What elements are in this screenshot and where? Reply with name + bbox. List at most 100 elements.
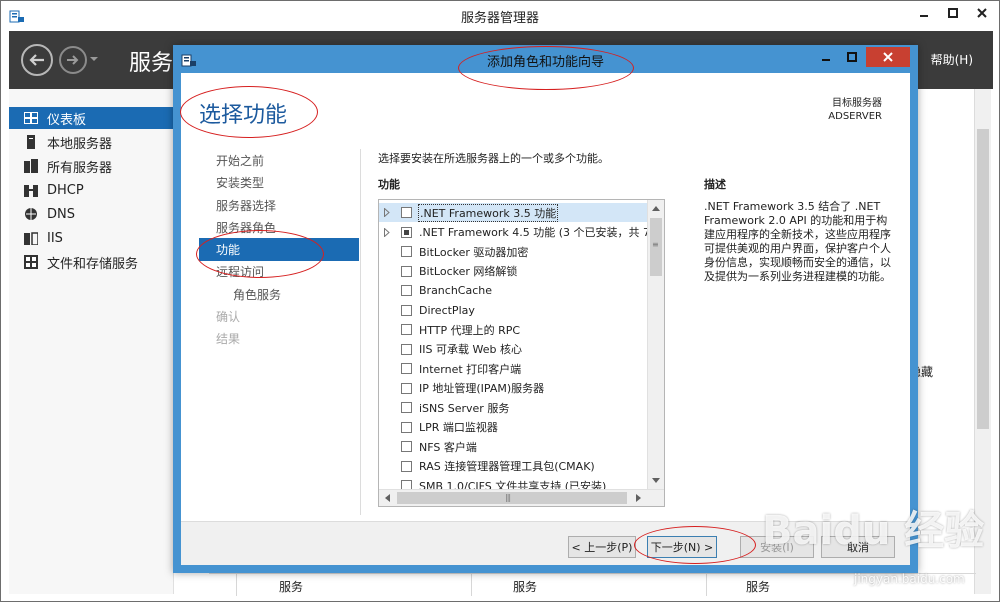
feature-label: BranchCache	[419, 284, 493, 297]
features-horizontal-scrollbar[interactable]: |||	[379, 489, 664, 506]
feature-label: BitLocker 网络解锁	[419, 265, 518, 278]
steps-divider	[360, 149, 361, 515]
sidebar-item-label: DHCP	[47, 182, 84, 198]
feature-label: BitLocker 驱动器加密	[419, 245, 529, 259]
outer-scrollbar-thumb[interactable]	[977, 129, 989, 429]
feature-label: LPR 端口监视器	[419, 421, 498, 434]
feature-row[interactable]: RAS 连接管理器管理工具包(CMAK)	[379, 457, 664, 476]
horizontal-scroll-thumb[interactable]: |||	[397, 492, 627, 504]
sidebar-item-dns[interactable]: DNS	[9, 203, 174, 225]
wizard-maximize-button[interactable]	[840, 47, 864, 67]
feature-row[interactable]: IIS 可承载 Web 核心	[379, 340, 664, 359]
cancel-button[interactable]: 取消	[821, 536, 895, 558]
feature-checkbox[interactable]	[401, 285, 412, 296]
sidebar-item-dhcp[interactable]: DHCP	[9, 179, 174, 201]
dhcp-icon	[23, 182, 39, 198]
vertical-scroll-thumb[interactable]: ≡	[650, 218, 662, 276]
feature-checkbox[interactable]	[401, 460, 412, 472]
step-features[interactable]: 功能	[199, 238, 359, 261]
feature-row[interactable]: BitLocker 网络解锁	[379, 262, 664, 281]
scroll-up-icon[interactable]	[648, 200, 664, 216]
feature-checkbox[interactable]	[401, 402, 412, 413]
feature-label: IIS 可承载 Web 核心	[419, 343, 522, 356]
feature-label: Internet 打印客户端	[419, 362, 522, 376]
server-icon	[23, 134, 39, 150]
feature-checkbox[interactable]	[401, 246, 412, 257]
feature-row[interactable]: .NET Framework 4.5 功能 (3 个已安装，共 7 个)	[379, 223, 664, 242]
outer-minimize-button[interactable]	[911, 3, 937, 23]
wizard-close-button[interactable]	[866, 47, 910, 67]
step-role-services[interactable]: 角色服务	[181, 283, 359, 306]
server-manager-sidebar: 仪表板 本地服务器 所有服务器 DHCP DNS IIS 文件和存储服务	[9, 89, 174, 594]
outer-titlebar: 服务器管理器	[1, 1, 999, 31]
step-remote-access[interactable]: 远程访问	[181, 260, 359, 283]
step-server-selection[interactable]: 服务器选择	[181, 194, 359, 217]
feature-checkbox[interactable]	[401, 304, 412, 316]
feature-checkbox[interactable]	[401, 324, 412, 335]
sidebar-item-label: IIS	[47, 230, 63, 246]
feature-checkbox[interactable]	[401, 441, 412, 452]
column-divider	[236, 574, 237, 596]
feature-label: RAS 连接管理器管理工具包(CMAK)	[419, 460, 595, 473]
sidebar-item-dashboard[interactable]: 仪表板	[9, 107, 174, 129]
sidebar-item-all-servers[interactable]: 所有服务器	[9, 155, 174, 177]
tile-header-row: 服务 服务 服务	[209, 573, 976, 596]
install-button: 安装(I)	[740, 536, 814, 558]
step-installation-type[interactable]: 安装类型	[181, 171, 359, 194]
step-before-you-begin[interactable]: 开始之前	[181, 149, 359, 172]
sidebar-item-iis[interactable]: IIS	[9, 227, 174, 249]
feature-row[interactable]: BitLocker 驱动器加密	[379, 242, 664, 261]
feature-label: iSNS Server 服务	[419, 401, 510, 415]
expand-arrow-icon[interactable]	[382, 208, 392, 218]
scroll-left-icon[interactable]	[379, 490, 395, 506]
features-tree[interactable]: .NET Framework 3.5 功能 .NET Framework 4.5 …	[378, 199, 665, 507]
description-header: 描述	[704, 178, 726, 191]
wizard-titlebar: 添加角色和功能向导	[173, 45, 918, 73]
instruction-text: 选择要安装在所选服务器上的一个或多个功能。	[378, 152, 609, 165]
feature-row[interactable]: NFS 客户端	[379, 437, 664, 456]
history-dropdown-icon[interactable]	[89, 53, 99, 63]
outer-close-button[interactable]	[969, 3, 995, 23]
feature-row[interactable]: BranchCache	[379, 281, 664, 300]
back-button[interactable]	[21, 44, 53, 76]
servers-icon	[23, 158, 39, 174]
forward-button[interactable]	[59, 46, 87, 74]
feature-checkbox[interactable]	[401, 382, 412, 394]
scroll-right-icon[interactable]	[631, 490, 647, 506]
services-column-1: 服务	[279, 580, 304, 594]
iis-icon	[23, 230, 39, 246]
feature-checkbox[interactable]	[401, 421, 412, 433]
wizard-content: 选择功能 目标服务器 ADSERVER 开始之前 安装类型 服务器选择 服务器角…	[181, 73, 910, 565]
previous-button[interactable]: < 上一步(P)	[568, 536, 636, 558]
add-roles-features-wizard: 添加角色和功能向导 选择功能 目标服务器 ADSERVER 开始之前 安装类型 …	[173, 45, 918, 573]
feature-checkbox[interactable]	[401, 265, 412, 277]
help-menu[interactable]: 帮助(H)	[931, 51, 973, 68]
feature-checkbox[interactable]	[401, 363, 412, 374]
scroll-down-icon[interactable]	[648, 473, 664, 489]
feature-description: .NET Framework 3.5 结合了 .NET Framework 2.…	[704, 200, 891, 283]
feature-row[interactable]: HTTP 代理上的 RPC	[379, 320, 664, 339]
feature-checkbox[interactable]	[401, 226, 412, 238]
target-server: 目标服务器 ADSERVER	[828, 97, 882, 123]
features-header: 功能	[378, 178, 400, 191]
step-server-roles[interactable]: 服务器角色	[181, 216, 359, 239]
outer-maximize-button[interactable]	[940, 3, 966, 23]
feature-checkbox[interactable]	[401, 207, 412, 218]
sidebar-item-file-storage[interactable]: 文件和存储服务	[9, 251, 174, 273]
outer-scrollbar[interactable]	[974, 89, 991, 594]
feature-row[interactable]: .NET Framework 3.5 功能	[379, 203, 664, 222]
next-button[interactable]: 下一步(N) >	[647, 536, 717, 558]
feature-row[interactable]: LPR 端口监视器	[379, 418, 664, 437]
feature-label: .NET Framework 4.5 功能 (3 个已安装，共 7 个)	[419, 226, 665, 239]
feature-row[interactable]: IP 地址管理(IPAM)服务器	[379, 379, 664, 398]
feature-row[interactable]: Internet 打印客户端	[379, 359, 664, 378]
wizard-minimize-button[interactable]	[814, 47, 838, 67]
outer-window-title: 服务器管理器	[460, 11, 539, 26]
sidebar-item-local-server[interactable]: 本地服务器	[9, 131, 174, 153]
feature-row[interactable]: DirectPlay	[379, 301, 664, 320]
feature-checkbox[interactable]	[401, 343, 412, 355]
features-vertical-scrollbar[interactable]: ≡	[647, 200, 664, 489]
expand-arrow-icon[interactable]	[382, 227, 392, 237]
services-column-3: 服务	[746, 580, 771, 594]
feature-row[interactable]: iSNS Server 服务	[379, 398, 664, 417]
